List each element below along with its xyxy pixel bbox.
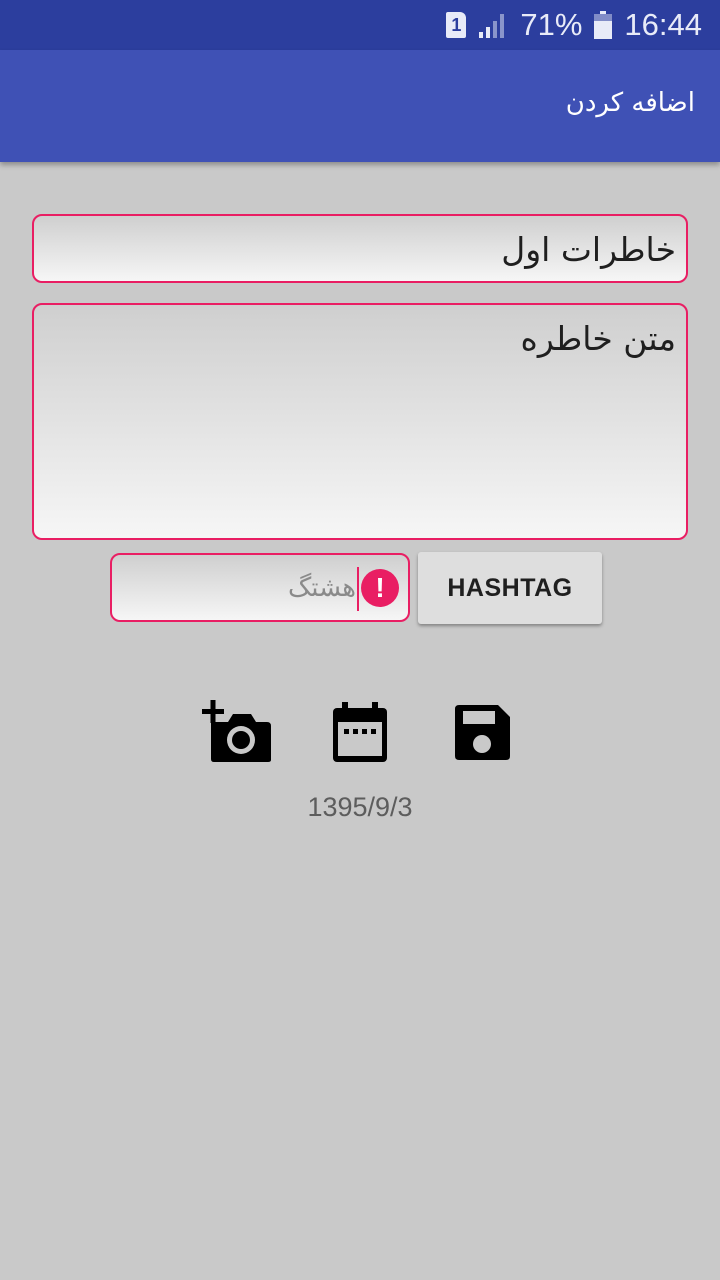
battery-percent: 71% (520, 7, 583, 42)
app-bar: اضافه کردن (0, 50, 720, 162)
page-title: اضافه کردن (565, 88, 695, 118)
hashtag-button[interactable]: HASHTAG (418, 552, 602, 624)
hashtag-placeholder: هشتگ (287, 573, 356, 603)
status-icons: 1 71% 16:44 (446, 0, 702, 50)
date-label: 1395/9/3 (307, 792, 413, 822)
title-input[interactable]: خاطرات اول (32, 214, 688, 283)
hashtag-input[interactable]: ! هشتگ (110, 553, 410, 622)
title-input-value: خاطرات اول (501, 230, 676, 269)
save-icon[interactable] (444, 698, 520, 768)
memory-text-input[interactable]: متن خاطره (32, 303, 688, 540)
sim-icon: 1 (446, 12, 467, 38)
signal-icon (479, 14, 505, 38)
status-bar: 1 71% 16:44 (0, 0, 720, 50)
add-photo-icon[interactable] (200, 698, 276, 768)
calendar-icon[interactable] (322, 698, 398, 768)
memory-text-value: متن خاطره (520, 319, 676, 358)
error-icon: ! (361, 569, 399, 607)
clock: 16:44 (624, 7, 702, 42)
text-cursor (357, 567, 359, 611)
battery-icon (594, 11, 613, 39)
